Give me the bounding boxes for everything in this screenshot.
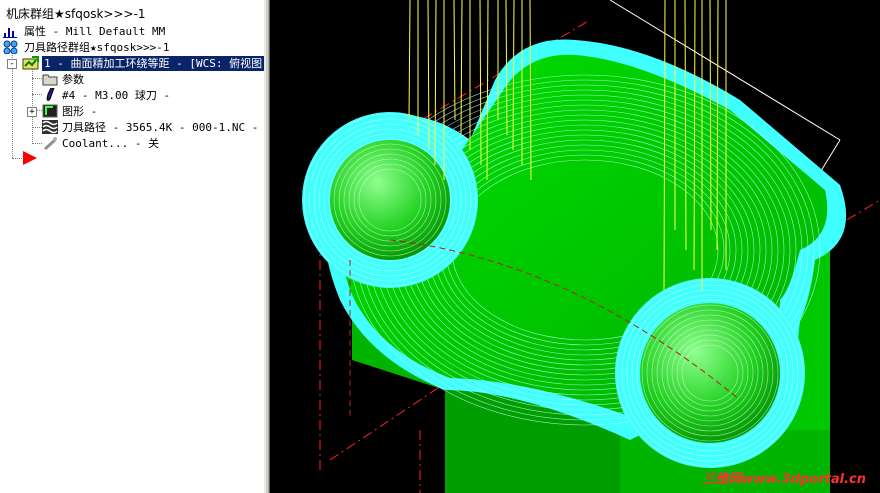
plunge-line	[408, 0, 411, 121]
tree-item-tool[interactable]: #4 - M3.00 球刀 -	[0, 87, 264, 103]
folder-icon	[42, 72, 58, 86]
tree-item-toolpath[interactable]: 刀具路径 - 3565.4K - 000-1.NC - 程	[0, 120, 264, 135]
watermark: 三维网www.3dportal.cn	[702, 472, 866, 487]
collapse-toggle[interactable]: -	[7, 59, 17, 69]
toolpath-render	[302, 0, 880, 493]
machine-group-label: 机床群组★sfqosk>>>-1	[6, 7, 146, 21]
properties-label: 属性 - Mill Default MM	[24, 25, 166, 38]
expand-toggle[interactable]: +	[27, 107, 37, 117]
left-ball-surface	[330, 140, 450, 260]
tree-item-coolant[interactable]: Coolant... - 关	[0, 136, 264, 151]
tree-item-machine-group[interactable]: 机床群组★sfqosk>>>-1	[0, 7, 264, 22]
coolant-label: Coolant... - 关	[62, 137, 160, 150]
parameters-label: 参数	[62, 73, 84, 86]
operation-icon	[22, 56, 39, 70]
ball-mill-tool-icon	[42, 87, 56, 102]
insert-arrow-icon	[22, 151, 37, 165]
properties-icon	[3, 24, 17, 38]
tree-item-parameters[interactable]: 参数	[0, 72, 264, 87]
coolant-icon	[42, 136, 57, 151]
insert-arrow[interactable]	[0, 151, 40, 166]
tree-item-geometry[interactable]: + 图形 -	[0, 104, 264, 119]
tree-item-operation[interactable]: - 1 - 曲面精加工环绕等距 - [WCS: 俯视图	[0, 56, 264, 71]
toolpath-icon	[42, 120, 58, 134]
tree-item-properties[interactable]: 属性 - Mill Default MM	[0, 24, 264, 39]
operation-label: 1 - 曲面精加工环绕等距 - [WCS: 俯视图	[42, 56, 264, 71]
plunge-line	[460, 0, 463, 136]
tool-label: #4 - M3.00 球刀 -	[62, 89, 171, 102]
toolpath-label: 刀具路径 - 3565.4K - 000-1.NC - 程	[62, 121, 264, 134]
plunge-line	[453, 0, 456, 121]
graphics-viewport[interactable]: 三维网www.3dportal.cn	[270, 0, 880, 493]
toolpath-group-label: 刀具路径群组★sfqosk>>>-1	[24, 41, 170, 54]
geometry-label: 图形 -	[62, 105, 98, 118]
operations-tree: 机床群组★sfqosk>>>-1 属性 - Mill Default MM 刀具…	[0, 0, 264, 493]
tree-item-toolpath-group[interactable]: 刀具路径群组★sfqosk>>>-1	[0, 40, 264, 55]
right-ball-surface	[640, 303, 780, 443]
geometry-icon	[42, 104, 58, 118]
toolpath-group-icon	[3, 40, 18, 55]
